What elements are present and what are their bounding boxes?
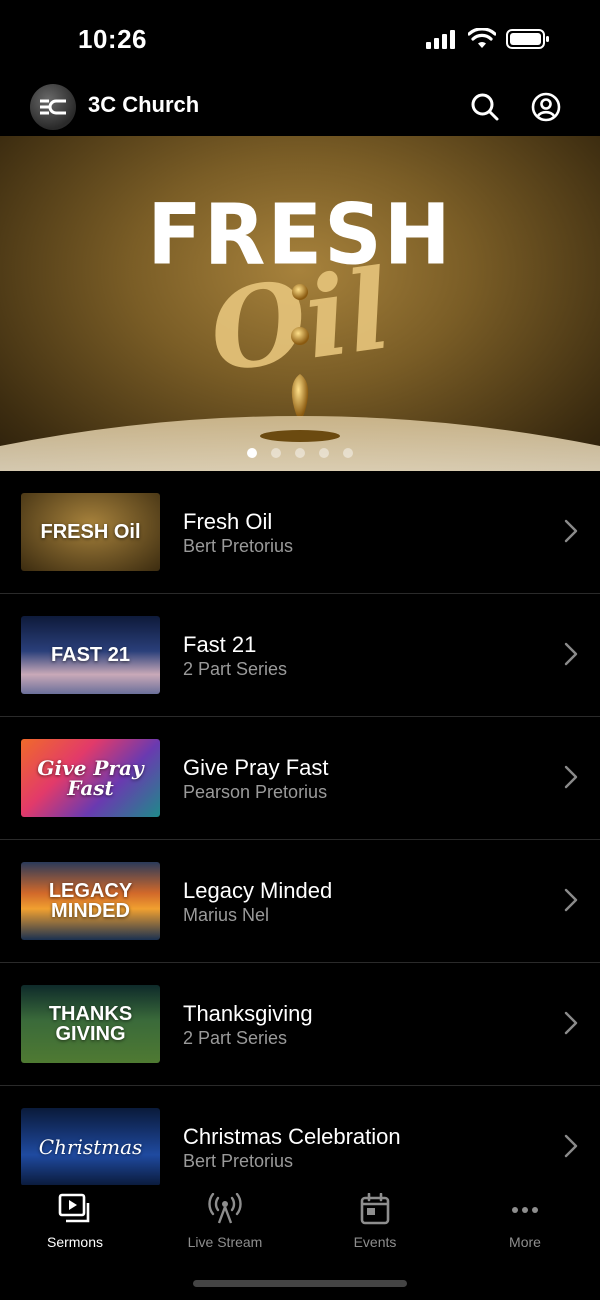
battery-icon — [506, 29, 549, 49]
tab-events[interactable]: Events — [300, 1192, 450, 1250]
sermon-list: FRESH Oil Fresh Oil Bert Pretorius FAST … — [0, 471, 600, 1209]
sermon-row[interactable]: FRESH Oil Fresh Oil Bert Pretorius — [0, 471, 600, 594]
play-square-icon — [58, 1193, 90, 1223]
sermon-row[interactable]: FAST 21 Fast 21 2 Part Series — [0, 594, 600, 717]
sermon-subtitle: Bert Pretorius — [183, 1151, 294, 1171]
app-title: 3C Church — [88, 92, 200, 117]
chevron-right-icon — [564, 1134, 578, 1158]
status-icons — [426, 28, 550, 50]
broadcast-icon — [208, 1192, 242, 1224]
sermon-subtitle: Pearson Pretorius — [183, 782, 328, 802]
account-icon — [531, 92, 561, 122]
thumbnail-text: Christmas — [38, 1135, 143, 1159]
search-icon — [471, 93, 499, 121]
carousel-dot[interactable] — [271, 448, 281, 458]
wifi-icon — [468, 28, 496, 48]
chevron-right-icon — [564, 888, 578, 912]
thumbnail-text: FAST 21 — [51, 644, 130, 666]
tab-sermons[interactable]: Sermons — [0, 1193, 150, 1250]
oil-drop-graphic — [0, 284, 600, 471]
church-logo[interactable] — [30, 84, 76, 130]
sermon-thumbnail: Christmas — [21, 1108, 160, 1186]
thumbnail-text: THANKS GIVING — [48, 1003, 133, 1045]
logo-mark-icon — [40, 99, 66, 115]
tab-label: More — [509, 1234, 541, 1250]
tab-more[interactable]: More — [450, 1193, 600, 1250]
status-bar: 10:26 — [0, 0, 600, 80]
sermon-thumbnail: FAST 21 — [21, 616, 160, 694]
sermon-row[interactable]: Give Pray Fast Give Pray Fast Pearson Pr… — [0, 717, 600, 840]
cellular-signal-icon — [426, 30, 455, 49]
sermon-row[interactable]: THANKS GIVING Thanksgiving 2 Part Series — [0, 963, 600, 1086]
sermon-thumbnail: THANKS GIVING — [21, 985, 160, 1063]
chevron-right-icon — [564, 519, 578, 543]
hero-carousel[interactable]: FRESH Oil — [0, 136, 600, 471]
sermon-subtitle: 2 Part Series — [183, 659, 288, 679]
chevron-right-icon — [564, 642, 578, 666]
sermon-title: Thanksgiving — [183, 1001, 313, 1026]
carousel-dot[interactable] — [319, 448, 329, 458]
sermon-title: Legacy Minded — [183, 878, 333, 903]
sermon-subtitle: Bert Pretorius — [183, 536, 294, 556]
sermon-thumbnail: LEGACY MINDED — [21, 862, 160, 940]
calendar-icon — [360, 1192, 390, 1225]
sermon-thumbnail: Give Pray Fast — [21, 739, 160, 817]
tab-live-stream[interactable]: Live Stream — [150, 1192, 300, 1250]
sermon-subtitle: Marius Nel — [183, 905, 270, 925]
thumbnail-text: LEGACY MINDED — [48, 880, 133, 922]
tab-label: Live Stream — [187, 1234, 263, 1250]
search-button[interactable] — [466, 88, 504, 126]
sermon-title: Give Pray Fast — [183, 755, 329, 780]
sermon-title: Christmas Celebration — [183, 1124, 401, 1149]
home-indicator[interactable] — [193, 1280, 407, 1287]
thumbnail-text: FRESH Oil — [40, 521, 141, 543]
sermon-row[interactable]: LEGACY MINDED Legacy Minded Marius Nel — [0, 840, 600, 963]
sermon-subtitle: 2 Part Series — [183, 1028, 288, 1048]
sermon-title: Fast 21 — [183, 632, 257, 657]
app-header: 3C Church — [0, 80, 600, 136]
sermon-title: Fresh Oil — [183, 509, 273, 534]
status-time: 10:26 — [78, 24, 147, 54]
carousel-dot[interactable] — [343, 448, 353, 458]
tab-label: Sermons — [46, 1234, 104, 1250]
carousel-dot[interactable] — [295, 448, 305, 458]
chevron-right-icon — [564, 1011, 578, 1035]
chevron-right-icon — [564, 765, 578, 789]
carousel-dot[interactable] — [247, 448, 257, 458]
thumbnail-text: Give Pray Fast — [37, 756, 144, 800]
carousel-indicator — [0, 448, 600, 458]
sermon-thumbnail: FRESH Oil — [21, 493, 160, 571]
more-icon — [512, 1207, 538, 1213]
tab-label: Events — [353, 1234, 397, 1250]
profile-button[interactable] — [527, 88, 565, 126]
